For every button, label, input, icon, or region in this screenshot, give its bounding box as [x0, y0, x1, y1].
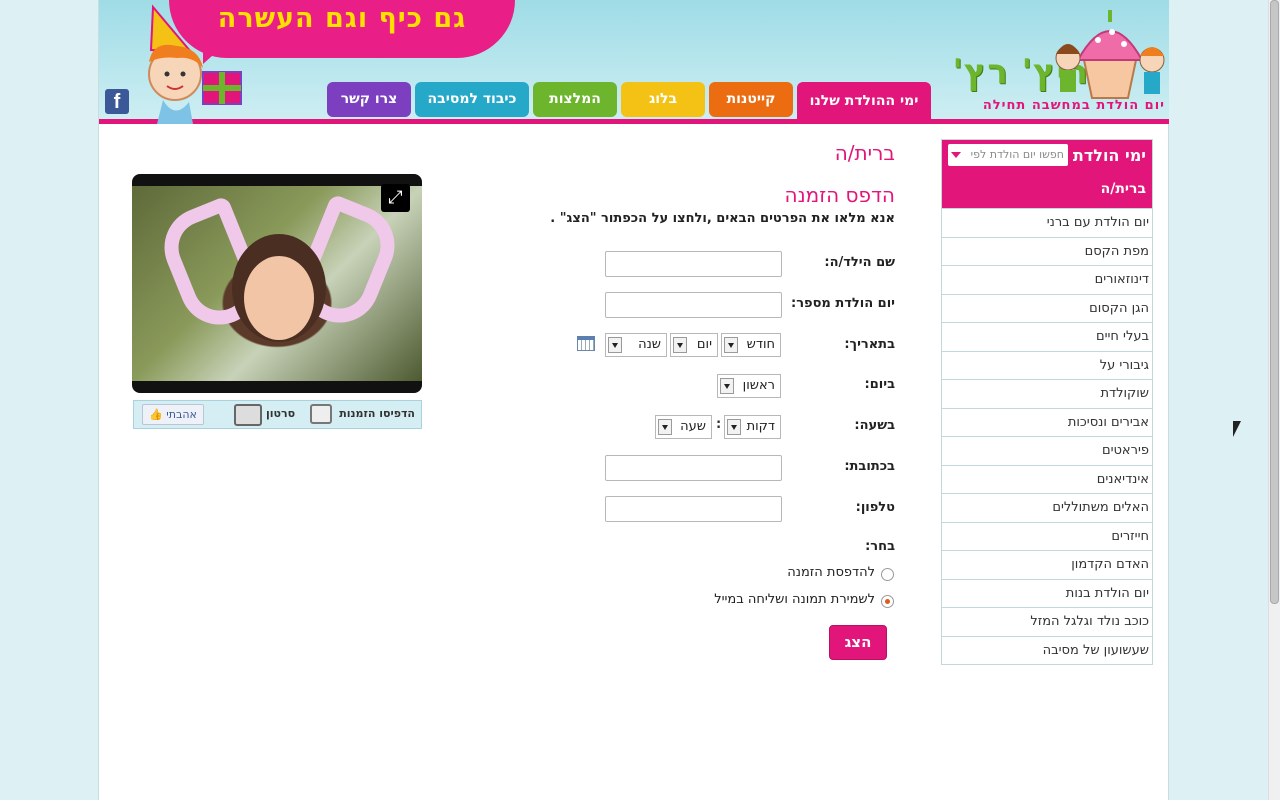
radio-print-invite-label[interactable]: להדפסת הזמנה — [659, 565, 875, 580]
sidebar-item[interactable]: חייזרים — [942, 521, 1152, 551]
sidebar-item[interactable]: שעשועון של מסיבה — [942, 635, 1152, 665]
photo-toolbar: הדפיסו הזמנות סרטון אהבתי 👍 — [133, 400, 422, 429]
birthday-number-label: יום הולדת מספר: — [791, 296, 895, 311]
nav-tab-our-birthdays[interactable]: ימי ההולדת שלנו — [797, 82, 931, 124]
site-header: גם כיף וגם העשרה f צרו קשר כיבוד למסיבה … — [99, 0, 1169, 124]
sidebar-item[interactable]: גיבורי על — [942, 350, 1152, 380]
show-button[interactable]: הצג — [829, 625, 887, 660]
expand-icon[interactable]: ⤢ — [381, 184, 410, 212]
sidebar-item[interactable]: הגן הקסום — [942, 293, 1152, 323]
slogan-bubble-tail — [203, 48, 221, 64]
sidebar-item[interactable]: יום הולדת בנות — [942, 578, 1152, 608]
day-select-value: יום — [696, 337, 712, 352]
child-face — [244, 256, 314, 340]
address-input[interactable] — [605, 455, 782, 481]
sidebar-item[interactable]: פיראטים — [942, 436, 1152, 465]
logo-tagline: יום הולדת במחשבה תחילה — [982, 98, 1165, 113]
section-title: הדפס הזמנה — [784, 183, 895, 207]
nav-tab-blog[interactable]: בלוג — [621, 82, 705, 117]
sidebar-item[interactable]: מפת הקסם — [942, 236, 1152, 266]
sidebar-heading: ימי הולדת חפשו יום הולדת לפי — [942, 140, 1152, 176]
like-button[interactable]: אהבתי 👍 — [142, 404, 204, 425]
printer-icon[interactable] — [310, 404, 332, 424]
print-invites-link[interactable]: הדפיסו הזמנות — [339, 407, 415, 420]
chevron-down-icon — [608, 337, 622, 353]
page-container: גם כיף וגם העשרה f צרו קשר כיבוד למסיבה … — [98, 0, 1169, 800]
day-select[interactable]: יום — [670, 333, 718, 357]
address-label: בכתובת: — [844, 459, 895, 474]
chevron-down-icon — [724, 337, 738, 353]
hour-select[interactable]: שעה — [655, 415, 712, 439]
nav-tab-camps[interactable]: קייטנות — [709, 82, 793, 117]
sidebar-item[interactable]: בעלי חיים — [942, 322, 1152, 351]
sidebar-search-placeholder: חפשו יום הולדת לפי — [970, 148, 1064, 161]
month-select[interactable]: חודש — [721, 333, 781, 357]
child-name-input[interactable] — [605, 251, 782, 277]
sidebar-item[interactable]: שוקולדת — [942, 379, 1152, 408]
year-select-value: שנה — [638, 337, 661, 352]
mouse-cursor-icon — [1233, 421, 1241, 437]
thumbs-up-icon: 👍 — [149, 408, 163, 421]
sidebar-item[interactable]: יום הולדת עם ברני — [942, 208, 1152, 237]
radio-email-invite[interactable] — [881, 595, 894, 608]
nav-tab-catering[interactable]: כיבוד למסיבה — [415, 82, 529, 117]
cupcake-kids-illustration — [1055, 10, 1165, 99]
scrollbar-thumb[interactable] — [1270, 0, 1279, 604]
time-separator: : — [716, 417, 722, 432]
sidebar-item-current[interactable]: ברית/ה — [942, 176, 1152, 208]
sidebar-item[interactable]: האלים משתוללים — [942, 493, 1152, 522]
time-label: בשעה: — [854, 418, 895, 433]
film-icon[interactable] — [234, 404, 262, 426]
birthday-number-input[interactable] — [605, 292, 782, 318]
child-name-label: שם הילד/ה: — [824, 255, 895, 270]
chevron-down-icon — [673, 337, 687, 353]
facebook-icon[interactable]: f — [105, 89, 129, 114]
calendar-icon[interactable] — [577, 336, 595, 351]
minutes-select[interactable]: דקות — [724, 415, 781, 439]
radio-email-invite-label[interactable]: לשמירת תמונה ושליחה במייל — [659, 592, 875, 607]
invitation-photo: ⤢ — [132, 174, 422, 393]
minutes-select-value: דקות — [746, 419, 775, 434]
sidebar-search-dropdown[interactable]: חפשו יום הולדת לפי — [948, 144, 1068, 166]
weekday-select-value: ראשון — [742, 378, 775, 393]
photo-image — [132, 186, 422, 381]
month-select-value: חודש — [746, 337, 775, 352]
sidebar-item[interactable]: אבירים ונסיכות — [942, 407, 1152, 437]
year-select[interactable]: שנה — [605, 333, 667, 357]
birthday-sidebar: ימי הולדת חפשו יום הולדת לפי ברית/ה יום … — [941, 139, 1153, 665]
sidebar-heading-text: ימי הולדת — [1072, 146, 1146, 165]
page-scrollbar[interactable] — [1268, 0, 1280, 800]
hour-select-value: שעה — [680, 419, 706, 434]
nav-tab-recommendations[interactable]: המלצות — [533, 82, 617, 117]
form-instructions: אנא מלאו את הפרטים הבאים ,ולחצו על הכפתו… — [550, 211, 895, 226]
chevron-down-icon — [720, 378, 734, 394]
like-button-label: אהבתי — [166, 408, 197, 421]
sidebar-item[interactable]: אינדיאנים — [942, 464, 1152, 494]
video-link[interactable]: סרטון — [266, 407, 295, 420]
sidebar-item[interactable]: כוכב נולד וגלגל המזל — [942, 607, 1152, 636]
date-label: בתאריך: — [844, 337, 895, 352]
phone-label: טלפון: — [855, 500, 895, 515]
nav-tab-contact[interactable]: צרו קשר — [327, 82, 411, 117]
sidebar-item[interactable]: דינוזאורים — [942, 265, 1152, 294]
page-title: ברית/ה — [834, 141, 895, 165]
radio-print-invite[interactable] — [881, 568, 894, 581]
choose-label: בחר: — [865, 539, 895, 554]
phone-input[interactable] — [605, 496, 782, 522]
sidebar-item[interactable]: האדם הקדמון — [942, 550, 1152, 579]
weekday-select[interactable]: ראשון — [717, 374, 781, 398]
chevron-down-icon — [727, 419, 741, 435]
weekday-label: ביום: — [864, 377, 895, 392]
chevron-down-icon — [951, 152, 961, 158]
chevron-down-icon — [658, 419, 672, 435]
